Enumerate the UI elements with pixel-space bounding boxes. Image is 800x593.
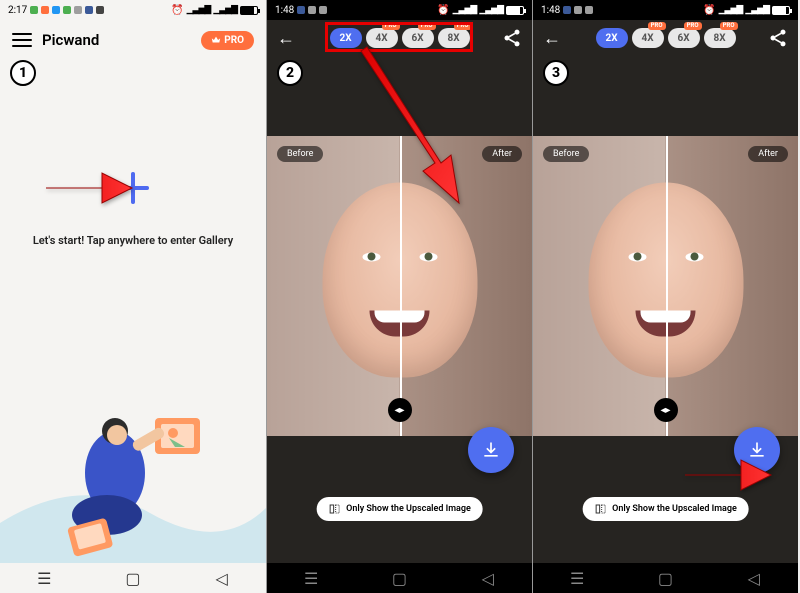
signal-icon: ▁▃▅▇ — [745, 5, 769, 15]
signal-icon: ▁▃▅▇ — [479, 5, 503, 15]
app-top-bar: Picwand PRO — [0, 20, 266, 60]
gallery-tap-area[interactable]: Let's start! Tap anywhere to enter Galle… — [0, 60, 266, 563]
notif-icon — [574, 6, 582, 14]
phone-screen-3: 1:48 ⏰ ▁▃▅▇ ▁▃▅▇ ← 2X 4XPRO 6XPRO 8XPRO — [532, 0, 798, 593]
status-time: 1:48 — [275, 5, 294, 16]
welcome-illustration — [0, 363, 266, 563]
zoom-8x[interactable]: 8XPRO — [704, 28, 736, 48]
only-show-upscaled-toggle[interactable]: Only Show the Upscaled Image — [316, 497, 483, 521]
notif-icon — [63, 6, 71, 14]
home-icon[interactable]: ▢ — [391, 570, 407, 586]
screen-main[interactable]: Picwand PRO Let's start! Tap anywhere to… — [0, 20, 266, 563]
status-time: 1:48 — [541, 5, 560, 16]
home-icon[interactable]: ▢ — [125, 570, 141, 586]
compare-divider[interactable] — [666, 136, 668, 436]
back-icon[interactable]: ◁ — [480, 570, 496, 586]
back-arrow-icon[interactable]: ← — [543, 28, 563, 49]
signal-icon: ▁▃▅▇ — [719, 5, 743, 15]
editor-top-bar: ← 2X 4XPRO 6XPRO 8XPRO — [533, 20, 798, 56]
zoom-options: 2X 4XPRO 6XPRO 8XPRO — [596, 28, 736, 48]
zoom-2x[interactable]: 2X — [596, 28, 628, 48]
android-nav-bar: ☰ ▢ ◁ — [0, 563, 266, 593]
status-bar: 2:17 ⏰ ▁▃▅▇ ▁▃▅▇ — [0, 0, 266, 20]
share-icon[interactable] — [502, 28, 522, 48]
divider-handle[interactable]: ◂▸ — [388, 398, 412, 422]
after-label: After — [482, 146, 522, 162]
status-bar: 1:48 ⏰ ▁▃▅▇ ▁▃▅▇ — [533, 0, 798, 20]
phone-screen-2: 1:48 ⏰ ▁▃▅▇ ▁▃▅▇ ← 2X 4XPRO 6XPRO 8XPRO — [266, 0, 532, 593]
battery-icon — [772, 6, 790, 15]
compare-icon — [594, 503, 606, 515]
step-badge-1: 1 — [10, 60, 36, 86]
alarm-icon: ⏰ — [703, 5, 715, 16]
zoom-6x[interactable]: 6XPRO — [668, 28, 700, 48]
share-icon[interactable] — [768, 28, 788, 48]
start-text: Let's start! Tap anywhere to enter Galle… — [33, 234, 233, 247]
alarm-icon: ⏰ — [437, 5, 449, 16]
compare-image[interactable]: Before After ◂▸ — [533, 136, 798, 436]
app-title: Picwand — [42, 31, 99, 49]
android-nav-bar: ☰ ▢ ◁ — [267, 563, 532, 593]
recent-apps-icon[interactable]: ☰ — [303, 570, 319, 586]
notif-icon — [297, 6, 305, 14]
back-arrow-icon[interactable]: ← — [277, 28, 297, 49]
notif-icon — [74, 6, 82, 14]
notif-icon — [96, 6, 104, 14]
notif-icon — [585, 6, 593, 14]
recent-apps-icon[interactable]: ☰ — [36, 570, 52, 586]
after-label: After — [748, 146, 788, 162]
back-icon[interactable]: ◁ — [214, 570, 230, 586]
phone-screen-1: 2:17 ⏰ ▁▃▅▇ ▁▃▅▇ Picwand — [0, 0, 266, 593]
notif-icon — [85, 6, 93, 14]
notif-icon — [30, 6, 38, 14]
status-bar: 1:48 ⏰ ▁▃▅▇ ▁▃▅▇ — [267, 0, 532, 20]
compare-icon — [328, 503, 340, 515]
divider-handle[interactable]: ◂▸ — [654, 398, 678, 422]
battery-icon — [240, 6, 258, 15]
home-icon[interactable]: ▢ — [657, 570, 673, 586]
download-button[interactable] — [468, 427, 514, 473]
before-label: Before — [277, 146, 323, 162]
recent-apps-icon[interactable]: ☰ — [569, 570, 585, 586]
notif-icon — [52, 6, 60, 14]
back-icon[interactable]: ◁ — [746, 570, 762, 586]
zoom-4x[interactable]: 4XPRO — [632, 28, 664, 48]
step-badge-2: 2 — [277, 60, 303, 86]
notif-icon — [41, 6, 49, 14]
menu-icon[interactable] — [12, 33, 32, 47]
android-nav-bar: ☰ ▢ ◁ — [533, 563, 798, 593]
pro-badge[interactable]: PRO — [201, 31, 254, 50]
signal-icon: ▁▃▅▇ — [187, 5, 211, 15]
notif-icon — [563, 6, 571, 14]
signal-icon: ▁▃▅▇ — [213, 5, 237, 15]
crown-icon — [211, 35, 221, 45]
signal-icon: ▁▃▅▇ — [453, 5, 477, 15]
status-time: 2:17 — [8, 5, 27, 16]
before-label: Before — [543, 146, 589, 162]
battery-icon — [506, 6, 524, 15]
notif-icon — [319, 6, 327, 14]
notif-icon — [308, 6, 316, 14]
alarm-icon: ⏰ — [171, 5, 183, 16]
step-badge-3: 3 — [543, 60, 569, 86]
